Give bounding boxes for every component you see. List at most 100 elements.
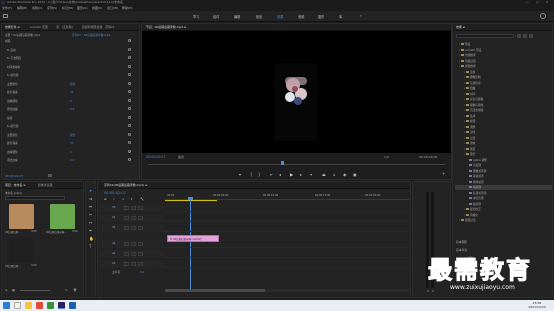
sync-icon[interactable] bbox=[131, 252, 136, 256]
reset-icon[interactable] bbox=[128, 81, 131, 85]
effects-tree-item[interactable]: 超级键 bbox=[455, 185, 552, 190]
track-header[interactable]: A3 bbox=[100, 260, 164, 268]
effects-tree-item[interactable]: › 音频过渡 bbox=[455, 59, 552, 64]
tab-media-browser[interactable]: 媒体浏览器 bbox=[38, 183, 52, 187]
file-explorer-icon[interactable] bbox=[25, 302, 32, 309]
effects-tree-item[interactable]: 移除遮罩 bbox=[455, 180, 552, 185]
visibility-icon[interactable] bbox=[138, 226, 143, 230]
reset-icon[interactable] bbox=[128, 149, 131, 153]
effect-property-value[interactable]: 45 bbox=[70, 90, 73, 94]
visibility-icon[interactable] bbox=[138, 252, 143, 256]
timeline-horizontal-scrollbar[interactable] bbox=[165, 289, 409, 292]
linked-selection-icon[interactable]: ∞ bbox=[122, 197, 125, 201]
workspace-color[interactable]: 颜色 bbox=[256, 14, 262, 19]
project-search-input[interactable] bbox=[5, 196, 65, 200]
effect-property-value[interactable]: 0 bbox=[70, 150, 72, 154]
effect-property-value[interactable]: 吸管 bbox=[70, 133, 75, 137]
visibility-icon[interactable] bbox=[138, 206, 143, 210]
add-marker-timeline-icon[interactable]: ▾ bbox=[131, 197, 133, 201]
icon-view-icon[interactable]: ▦ bbox=[12, 288, 15, 292]
effects-tree-item[interactable]: › 生成 bbox=[455, 114, 552, 119]
effect-property-row[interactable]: 颜色容差 bbox=[7, 141, 18, 145]
track-header[interactable]: A2 bbox=[100, 250, 164, 258]
track-lane[interactable] bbox=[165, 224, 409, 232]
effects-tree-item[interactable]: 差值遮罩 bbox=[455, 174, 552, 179]
premiere-taskbar-icon[interactable] bbox=[58, 302, 65, 309]
tab-lumetri-scopes[interactable]: Lumetri 范围 bbox=[30, 25, 48, 29]
scrollbar-thumb[interactable] bbox=[165, 289, 265, 292]
timeline-ruler[interactable]: 00:00 00:00:05:00 00:00:10:00 00:00:15:0… bbox=[165, 190, 409, 200]
visibility-icon[interactable] bbox=[138, 262, 143, 266]
effects-tree-item[interactable]: › 时间 bbox=[455, 92, 552, 97]
mark-out-icon[interactable]: } bbox=[258, 172, 261, 177]
effects-tree-item[interactable]: 轨道遮罩键 bbox=[455, 191, 552, 196]
effects-tree-item[interactable]: › 图像控制 bbox=[455, 75, 552, 80]
effect-property-value[interactable]: 0.0 bbox=[70, 158, 74, 162]
lock-icon[interactable] bbox=[124, 262, 129, 266]
effects-tree-item[interactable]: › 视频效果 bbox=[455, 64, 552, 69]
effect-property-value[interactable]: 0 bbox=[70, 99, 72, 103]
slip-tool-icon[interactable]: ↔ bbox=[89, 220, 92, 225]
sync-icon[interactable] bbox=[131, 226, 136, 230]
effects-tree-item[interactable]: Alpha 调整 bbox=[455, 158, 552, 163]
track-lane[interactable] bbox=[165, 214, 409, 222]
effects-footer-panel-tab[interactable]: 基本声音 bbox=[456, 248, 467, 252]
effect-property-row[interactable]: fx 运动 bbox=[7, 48, 16, 52]
mark-in-icon[interactable]: { bbox=[250, 172, 253, 177]
home-icon[interactable] bbox=[3, 14, 8, 18]
ripple-edit-tool-icon[interactable]: ⇹ bbox=[89, 204, 92, 209]
effects-tree-item[interactable]: › 音频效果 bbox=[455, 53, 552, 58]
effect-property-row[interactable]: 主要颜色 bbox=[7, 82, 18, 86]
app-icon[interactable] bbox=[47, 302, 54, 309]
workspace-audio[interactable]: 音频 bbox=[298, 14, 304, 19]
effect-property-row[interactable]: 视频 bbox=[5, 39, 10, 43]
filter-icon[interactable] bbox=[48, 174, 52, 177]
search-icon[interactable] bbox=[540, 13, 546, 19]
effects-tree-item[interactable]: › 实用程序 bbox=[455, 81, 552, 86]
tab-effects[interactable]: 效果 ≡ bbox=[456, 25, 465, 29]
sync-icon[interactable] bbox=[131, 206, 136, 210]
effect-property-row[interactable]: fx 不透明度 bbox=[7, 56, 21, 60]
selection-tool-icon[interactable]: ➤ bbox=[89, 188, 92, 193]
word-icon[interactable] bbox=[69, 302, 76, 309]
effects-tree-item[interactable]: › 扭曲 bbox=[455, 86, 552, 91]
effect-property-row[interactable]: 蒙版 bbox=[7, 116, 12, 120]
zoom-slider[interactable] bbox=[20, 290, 50, 291]
effects-tree-item[interactable]: › 变换 bbox=[455, 70, 552, 75]
video-clip[interactable]: fx 00后期后期录像.mp4[V] bbox=[167, 235, 219, 242]
workspace-editing[interactable]: 编辑 bbox=[234, 14, 240, 19]
sync-icon[interactable] bbox=[131, 262, 136, 266]
tab-effect-controls[interactable]: 效果控件 ≡ bbox=[5, 25, 20, 29]
effect-property-row[interactable]: fx 颜色键 bbox=[7, 124, 18, 128]
reset-icon[interactable] bbox=[128, 141, 131, 144]
step-back-icon[interactable]: ◂ bbox=[279, 172, 281, 177]
sync-icon[interactable] bbox=[131, 216, 136, 220]
start-icon[interactable] bbox=[3, 302, 10, 309]
reset-icon[interactable] bbox=[128, 64, 131, 68]
effect-property-row[interactable]: fx 颜色键 bbox=[7, 73, 18, 77]
effects-tree-item[interactable]: 亮度键 bbox=[455, 163, 552, 168]
reset-icon[interactable] bbox=[128, 56, 131, 59]
pen-tool-icon[interactable]: ✒ bbox=[89, 228, 92, 233]
list-view-icon[interactable]: ≡ bbox=[5, 288, 8, 292]
sync-icon[interactable] bbox=[131, 242, 136, 246]
track-lane[interactable] bbox=[165, 260, 409, 268]
clock[interactable]: 15:56 2021/10/24 bbox=[523, 301, 551, 309]
snap-icon[interactable]: ∩ bbox=[113, 197, 115, 201]
effects-tree-item[interactable]: › 视频过渡 bbox=[455, 218, 552, 223]
new-bin-icon[interactable]: ▭ bbox=[65, 288, 68, 292]
reset-icon[interactable] bbox=[128, 47, 131, 51]
effects-tree-item[interactable]: › 预设 bbox=[455, 42, 552, 47]
effect-property-row[interactable]: 羽化边缘 bbox=[7, 158, 18, 162]
track-header[interactable]: V3 bbox=[100, 204, 164, 212]
export-frame-icon[interactable]: ◉ bbox=[343, 172, 347, 177]
reset-icon[interactable] bbox=[128, 107, 131, 110]
program-playhead-timecode[interactable]: 00:00:02:07 bbox=[146, 155, 165, 159]
timeline-timecode[interactable]: 00:00:02:07 bbox=[104, 191, 126, 195]
effect-property-row[interactable]: 时间重映射 bbox=[7, 65, 20, 69]
lock-icon[interactable] bbox=[124, 226, 129, 230]
reset-icon[interactable] bbox=[128, 73, 131, 76]
master-track-value[interactable]: 0.0 bbox=[140, 270, 144, 274]
trash-icon[interactable]: 🗑 bbox=[73, 288, 77, 292]
track-header[interactable]: V2 bbox=[100, 214, 164, 222]
